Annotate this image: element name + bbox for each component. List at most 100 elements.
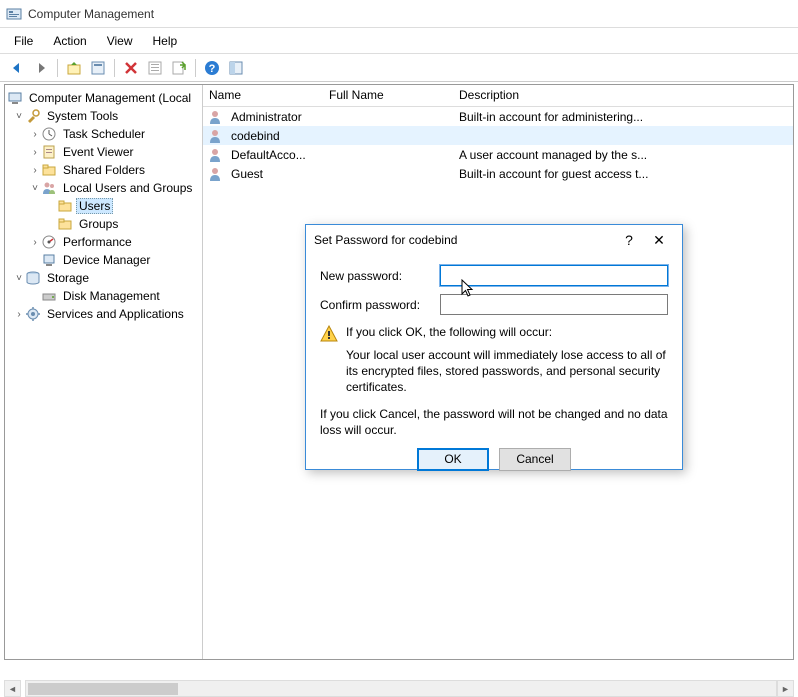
scroll-left-icon[interactable]: ◄ xyxy=(4,680,21,697)
cell-name: codebind xyxy=(225,128,323,144)
delete-button[interactable] xyxy=(120,57,142,79)
scroll-track[interactable] xyxy=(25,680,777,697)
scroll-thumb[interactable] xyxy=(28,683,178,695)
help-button[interactable]: ? xyxy=(201,57,223,79)
ok-button[interactable]: OK xyxy=(417,448,489,471)
cell-full xyxy=(323,173,453,175)
svg-text:?: ? xyxy=(209,63,216,75)
window-titlebar: Computer Management xyxy=(0,0,798,28)
tree-groups[interactable]: Groups xyxy=(7,215,200,233)
cell-name: DefaultAcco... xyxy=(225,147,323,163)
storage-icon xyxy=(25,270,41,286)
toolbar-separator xyxy=(57,59,58,77)
warning-body: Your local user account will immediately… xyxy=(346,347,668,396)
tree-system-tools[interactable]: ˅ System Tools xyxy=(7,107,200,125)
menubar: File Action View Help xyxy=(0,28,798,54)
computer-icon xyxy=(7,90,23,106)
cell-full xyxy=(323,154,453,156)
warning-icon xyxy=(320,325,340,343)
cell-desc: A user account managed by the s... xyxy=(453,147,793,163)
tree-device-manager[interactable]: Device Manager xyxy=(7,251,200,269)
cell-desc: Built-in account for administering... xyxy=(453,109,793,125)
collapse-icon[interactable]: ˅ xyxy=(13,111,25,122)
confirm-password-label: Confirm password: xyxy=(320,298,440,312)
dialog-close-button[interactable]: ✕ xyxy=(644,228,674,252)
dialog-title: Set Password for codebind xyxy=(314,233,614,247)
cell-name: Administrator xyxy=(225,109,323,125)
export-button[interactable] xyxy=(168,57,190,79)
tree-disk-management[interactable]: Disk Management xyxy=(7,287,200,305)
tree-users[interactable]: Users xyxy=(7,197,200,215)
dialog-titlebar[interactable]: Set Password for codebind ? ✕ xyxy=(306,225,682,255)
user-icon xyxy=(207,147,223,163)
cancel-info-text: If you click Cancel, the password will n… xyxy=(320,406,668,438)
list-header: Name Full Name Description xyxy=(203,85,793,107)
users-icon xyxy=(41,180,57,196)
list-row[interactable]: Guest Built-in account for guest access … xyxy=(203,164,793,183)
column-name[interactable]: Name xyxy=(203,85,323,106)
up-button[interactable] xyxy=(63,57,85,79)
tools-icon xyxy=(25,108,41,124)
tree-event-viewer[interactable]: › Event Viewer xyxy=(7,143,200,161)
cell-full xyxy=(323,116,453,118)
toolbar-separator xyxy=(195,59,196,77)
column-description[interactable]: Description xyxy=(453,85,793,106)
dialog-help-button[interactable]: ? xyxy=(614,228,644,252)
device-icon xyxy=(41,252,57,268)
expand-icon[interactable]: › xyxy=(13,309,25,320)
cell-name: Guest xyxy=(225,166,323,182)
tree-shared-folders[interactable]: › Shared Folders xyxy=(7,161,200,179)
set-password-dialog: Set Password for codebind ? ✕ New passwo… xyxy=(305,224,683,470)
cancel-button[interactable]: Cancel xyxy=(499,448,571,471)
user-icon xyxy=(207,166,223,182)
cell-desc: Built-in account for guest access t... xyxy=(453,166,793,182)
user-icon xyxy=(207,109,223,125)
tree-scrollbar[interactable]: ◄ ► xyxy=(4,680,794,697)
tree-performance[interactable]: › Performance xyxy=(7,233,200,251)
cell-full xyxy=(323,135,453,137)
tree-local-users-groups[interactable]: ˅ Local Users and Groups xyxy=(7,179,200,197)
tree-root[interactable]: Computer Management (Local xyxy=(7,89,200,107)
folder-icon xyxy=(57,198,73,214)
collapse-icon[interactable]: ˅ xyxy=(13,273,25,284)
collapse-icon[interactable]: ˅ xyxy=(29,183,41,194)
tree-services-applications[interactable]: › Services and Applications xyxy=(7,305,200,323)
user-icon xyxy=(207,128,223,144)
warning-heading: If you click OK, the following will occu… xyxy=(346,325,552,343)
expand-icon[interactable]: › xyxy=(29,237,41,248)
list-row[interactable]: Administrator Built-in account for admin… xyxy=(203,107,793,126)
shared-folder-icon xyxy=(41,162,57,178)
tree-storage[interactable]: ˅ Storage xyxy=(7,269,200,287)
column-full-name[interactable]: Full Name xyxy=(323,85,453,106)
list-row[interactable]: DefaultAcco... A user account managed by… xyxy=(203,145,793,164)
performance-icon xyxy=(41,234,57,250)
menu-file[interactable]: File xyxy=(6,31,41,51)
properties-button[interactable] xyxy=(87,57,109,79)
forward-button[interactable] xyxy=(30,57,52,79)
menu-help[interactable]: Help xyxy=(145,31,186,51)
event-icon xyxy=(41,144,57,160)
cell-desc xyxy=(453,135,793,137)
back-button[interactable] xyxy=(6,57,28,79)
app-icon xyxy=(6,6,22,22)
disk-icon xyxy=(41,288,57,304)
navigation-tree[interactable]: Computer Management (Local ˅ System Tool… xyxy=(5,85,203,659)
expand-icon[interactable]: › xyxy=(29,129,41,140)
tree-task-scheduler[interactable]: › Task Scheduler xyxy=(7,125,200,143)
folder-icon xyxy=(57,216,73,232)
list-row[interactable]: codebind xyxy=(203,126,793,145)
new-password-input[interactable] xyxy=(440,265,668,286)
scroll-right-icon[interactable]: ► xyxy=(777,680,794,697)
services-icon xyxy=(25,306,41,322)
refresh-button[interactable] xyxy=(144,57,166,79)
show-hide-button[interactable] xyxy=(225,57,247,79)
menu-view[interactable]: View xyxy=(99,31,141,51)
expand-icon[interactable]: › xyxy=(29,165,41,176)
menu-action[interactable]: Action xyxy=(45,31,94,51)
clock-icon xyxy=(41,126,57,142)
confirm-password-input[interactable] xyxy=(440,294,668,315)
toolbar-separator xyxy=(114,59,115,77)
new-password-label: New password: xyxy=(320,269,440,283)
dialog-body: New password: Confirm password: If you c… xyxy=(306,255,682,479)
expand-icon[interactable]: › xyxy=(29,147,41,158)
